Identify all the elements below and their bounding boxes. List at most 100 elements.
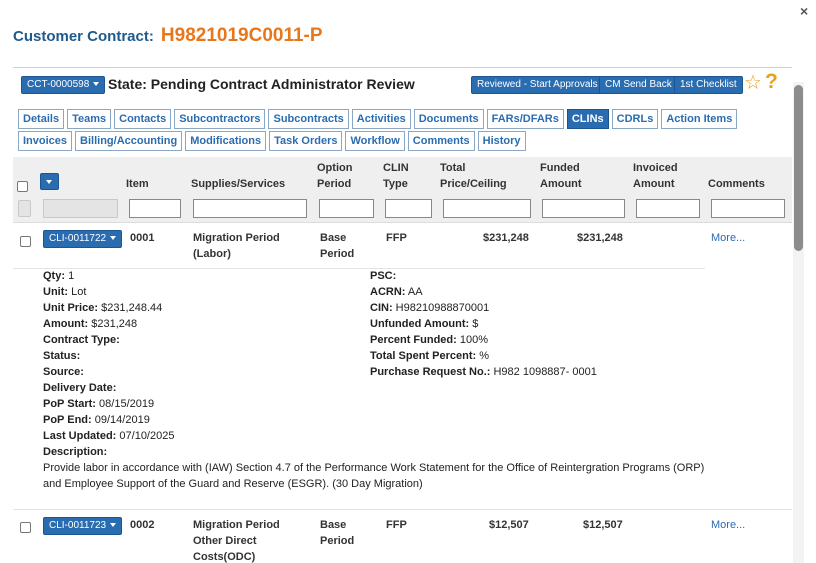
detail-last-updated: Last Updated: 07/10/2025 bbox=[43, 428, 174, 444]
tab-row-2: Invoices Billing/Accounting Modifications T… bbox=[18, 131, 529, 151]
total-price: $12,507 bbox=[489, 519, 529, 531]
filter-funded-input[interactable] bbox=[542, 199, 625, 218]
funded-amount: $231,248 bbox=[577, 232, 623, 244]
tab-clins[interactable]: CLINs bbox=[566, 109, 609, 129]
chevron-down-icon bbox=[110, 523, 117, 528]
column-funded-amount-2: Amount bbox=[540, 178, 582, 190]
detail-unfunded-value: $ bbox=[472, 318, 479, 330]
column-invoiced-amount-1: Invoiced bbox=[633, 162, 678, 174]
detail-percent-funded-value: 100% bbox=[459, 334, 488, 346]
detail-psc-label: PSC: bbox=[370, 270, 397, 282]
column-option-period-1: Option bbox=[317, 162, 353, 174]
detail-unit-price-label: Unit Price: bbox=[43, 302, 99, 314]
detail-unit-price-value: $231,248.44 bbox=[101, 302, 163, 314]
detail-purchase-request-label: Purchase Request No.: bbox=[370, 366, 491, 378]
item-number: 0001 bbox=[130, 232, 155, 244]
detail-delivery-date-label: Delivery Date: bbox=[43, 382, 117, 394]
clin-dropdown-button[interactable]: CLI-0011722 bbox=[43, 230, 123, 248]
column-item: Item bbox=[126, 178, 149, 190]
row-checkbox[interactable] bbox=[20, 522, 31, 533]
tab-teams[interactable]: Teams bbox=[67, 109, 112, 129]
first-checklist-button[interactable]: 1st Checklist bbox=[674, 76, 743, 94]
detail-status-label: Status: bbox=[43, 350, 81, 362]
select-all-checkbox[interactable] bbox=[17, 181, 28, 192]
chevron-down-icon bbox=[93, 82, 100, 87]
clin-type: FFP bbox=[386, 232, 407, 244]
filter-item-input[interactable] bbox=[129, 199, 181, 218]
column-total-price-1: Total bbox=[440, 162, 466, 174]
contract-dropdown-button[interactable]: CCT-0000598 bbox=[21, 76, 106, 94]
filter-clin-type-input[interactable] bbox=[385, 199, 432, 218]
bulk-action-button[interactable] bbox=[40, 173, 59, 190]
chevron-down-icon bbox=[110, 236, 117, 241]
filter-option-input[interactable] bbox=[319, 199, 374, 218]
filter-comments-input[interactable] bbox=[711, 199, 785, 218]
more-link[interactable]: More... bbox=[711, 517, 745, 533]
tab-modifications[interactable]: Modifications bbox=[185, 131, 267, 151]
contract-label: Customer Contract: bbox=[13, 28, 154, 45]
tab-cdrls[interactable]: CDRLs bbox=[611, 109, 659, 129]
detail-contract-type: Contract Type: bbox=[43, 332, 120, 348]
tab-workflow[interactable]: Workflow bbox=[345, 131, 405, 151]
tab-subcontractors[interactable]: Subcontractors bbox=[174, 109, 266, 129]
tab-history[interactable]: History bbox=[477, 131, 526, 151]
tab-contacts[interactable]: Contacts bbox=[114, 109, 172, 129]
tab-activities[interactable]: Activities bbox=[351, 109, 411, 129]
detail-contract-type-label: Contract Type: bbox=[43, 334, 120, 346]
detail-qty: Qty: 1 bbox=[43, 268, 74, 284]
detail-purchase-request-value: H982 1098887- 0001 bbox=[493, 366, 597, 378]
filter-action-placeholder bbox=[43, 199, 118, 218]
tab-task-orders[interactable]: Task Orders bbox=[269, 131, 343, 151]
vertical-scrollbar[interactable] bbox=[793, 82, 804, 563]
help-icon[interactable]: ? bbox=[765, 71, 778, 93]
detail-unit: Unit: Lot bbox=[43, 284, 86, 300]
supplies-line-2: Other Direct bbox=[193, 535, 257, 547]
clin-dropdown-button[interactable]: CLI-0011723 bbox=[43, 517, 123, 535]
clin-dropdown-label: CLI-0011722 bbox=[49, 233, 107, 244]
detail-total-spent: Total Spent Percent: % bbox=[370, 348, 489, 364]
detail-pop-end-value: 09/14/2019 bbox=[94, 414, 150, 426]
filter-total-input[interactable] bbox=[443, 199, 531, 218]
detail-source-label: Source: bbox=[43, 366, 84, 378]
tab-fars-dfars[interactable]: FARs/DFARs bbox=[486, 109, 564, 129]
clin-type: FFP bbox=[386, 519, 407, 531]
scrollbar-thumb[interactable] bbox=[794, 85, 803, 251]
cm-send-back-button[interactable]: CM Send Back bbox=[599, 76, 678, 94]
row-checkbox[interactable] bbox=[20, 236, 31, 247]
star-icon[interactable]: ☆ bbox=[744, 72, 762, 94]
detail-unfunded: Unfunded Amount: $ bbox=[370, 316, 478, 332]
detail-pop-end: PoP End: 09/14/2019 bbox=[43, 412, 150, 428]
tab-subcontracts[interactable]: Subcontracts bbox=[268, 109, 349, 129]
more-link[interactable]: More... bbox=[711, 230, 745, 246]
tab-invoices[interactable]: Invoices bbox=[18, 131, 73, 151]
tab-documents[interactable]: Documents bbox=[413, 109, 484, 129]
close-icon[interactable]: × bbox=[800, 3, 808, 19]
detail-total-spent-value: % bbox=[479, 350, 489, 362]
detail-percent-funded-label: Percent Funded: bbox=[370, 334, 457, 346]
detail-amount-value: $231,248 bbox=[91, 318, 138, 330]
supplies-line-3: Costs(ODC) bbox=[193, 551, 256, 563]
option-period-line-2: Period bbox=[320, 248, 355, 260]
column-comments: Comments bbox=[708, 178, 765, 190]
tab-details[interactable]: Details bbox=[18, 109, 65, 129]
total-price: $231,248 bbox=[483, 232, 529, 244]
column-supplies-services: Supplies/Services bbox=[191, 178, 286, 190]
tab-action-items[interactable]: Action Items bbox=[661, 109, 738, 129]
filter-supplies-input[interactable] bbox=[193, 199, 307, 218]
detail-percent-funded: Percent Funded: 100% bbox=[370, 332, 488, 348]
detail-cin-value: H98210988870001 bbox=[395, 302, 490, 314]
contract-panel: CCT-0000598 State: Pending Contract Admi… bbox=[13, 67, 792, 563]
filter-invoiced-input[interactable] bbox=[636, 199, 700, 218]
detail-unit-value: Lot bbox=[71, 286, 87, 298]
detail-unit-price: Unit Price: $231,248.44 bbox=[43, 300, 162, 316]
state-bar: CCT-0000598 State: Pending Contract Admi… bbox=[21, 71, 786, 96]
tab-comments[interactable]: Comments bbox=[407, 131, 475, 151]
table-row: CLI-0011722 0001 Migration Period (Labor… bbox=[13, 223, 792, 269]
reviewed-start-approvals-button[interactable]: Reviewed - Start Approvals bbox=[471, 76, 604, 94]
detail-acrn: ACRN: AA bbox=[370, 284, 423, 300]
detail-pop-start: PoP Start: 08/15/2019 bbox=[43, 396, 154, 412]
tab-billing-accounting[interactable]: Billing/Accounting bbox=[75, 131, 183, 151]
detail-delivery-date: Delivery Date: bbox=[43, 380, 116, 396]
detail-description: Provide labor in accordance with (IAW) S… bbox=[43, 462, 705, 490]
supplies-line-1: Migration Period bbox=[193, 232, 280, 244]
